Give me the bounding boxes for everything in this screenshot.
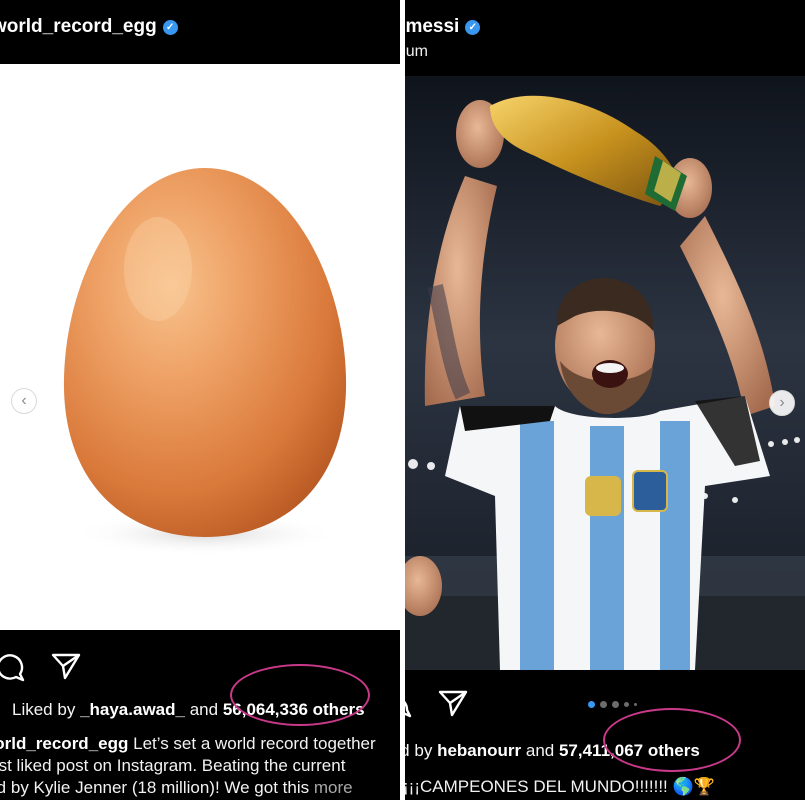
verified-badge-icon: ✓ (465, 20, 481, 35)
carousel-dot (634, 703, 637, 707)
messi-action-area: Liked by hebanourr and 57,411,067 others… (405, 670, 805, 800)
caption-more-link[interactable]: more (314, 778, 353, 797)
egg-caption-line1: world_record_egg Let’s set a world recor… (0, 733, 376, 754)
carousel-prev-button[interactable]: ‹ (11, 388, 37, 414)
caption-text: ¡¡¡CAMPEONES DEL MUNDO!!!!!!! 🌎🏆 (405, 777, 715, 796)
carousel-dot (624, 702, 629, 708)
caption-text-2: most liked post on Instagram. Beating th… (0, 756, 346, 775)
liked-prefix: Liked by (405, 741, 433, 760)
liked-by-user-link[interactable]: hebanourr (437, 741, 521, 760)
messi-caption: ¡¡¡CAMPEONES DEL MUNDO!!!!!!! 🌎🏆 (405, 776, 715, 797)
egg-caption-line2: most liked post on Instagram. Beating th… (0, 755, 345, 776)
liked-by-user-link[interactable]: _haya.awad_ (80, 700, 185, 719)
egg-caption-line3: held by Kylie Jenner (18 million)! We go… (0, 777, 353, 798)
egg-action-area: Liked by _haya.awad_ and 56,064,336 othe… (0, 630, 400, 800)
post-location[interactable]: Lusail Stadium (405, 43, 428, 61)
likes-highlight-oval (603, 708, 741, 772)
messi-post-header: leomessi ✓ Lusail Stadium (405, 0, 805, 76)
messi-trophy-image (405, 76, 805, 670)
carousel-dot (600, 701, 607, 709)
share-icon[interactable] (50, 650, 82, 682)
carousel-dot (612, 701, 619, 709)
egg-photo[interactable]: ‹ (0, 64, 400, 630)
comment-icon[interactable] (0, 652, 30, 682)
carousel-next-button[interactable]: › (769, 390, 795, 416)
egg-image (63, 168, 347, 556)
share-icon[interactable] (437, 687, 469, 719)
comment-icon[interactable] (405, 688, 413, 718)
caption-text-3: held by Kylie Jenner (18 million)! We go… (0, 778, 310, 797)
egg-post-header: world_record_egg ✓ (0, 0, 400, 64)
verified-badge-icon: ✓ (162, 20, 178, 35)
liked-prefix: Liked by (12, 700, 76, 719)
caption-text-1: Let’s set a world record together (133, 734, 376, 753)
egg-post-panel: world_record_egg ✓ ‹ Liked by _haya.awad… (0, 0, 400, 800)
messi-photo[interactable]: › (405, 76, 805, 670)
liked-and: and (525, 741, 555, 760)
likes-highlight-oval (230, 664, 370, 726)
messi-username[interactable]: leomessi ✓ (405, 16, 481, 38)
messi-post-panel: leomessi ✓ Lusail Stadium (405, 0, 805, 800)
egg-username[interactable]: world_record_egg ✓ (0, 16, 178, 38)
carousel-dot-active (588, 701, 595, 709)
egg-username-text[interactable]: world_record_egg (0, 16, 157, 37)
caption-username-link[interactable]: world_record_egg (0, 734, 128, 753)
liked-and: and (189, 700, 219, 719)
carousel-dots (588, 696, 642, 714)
messi-username-text[interactable]: leomessi (405, 16, 459, 37)
